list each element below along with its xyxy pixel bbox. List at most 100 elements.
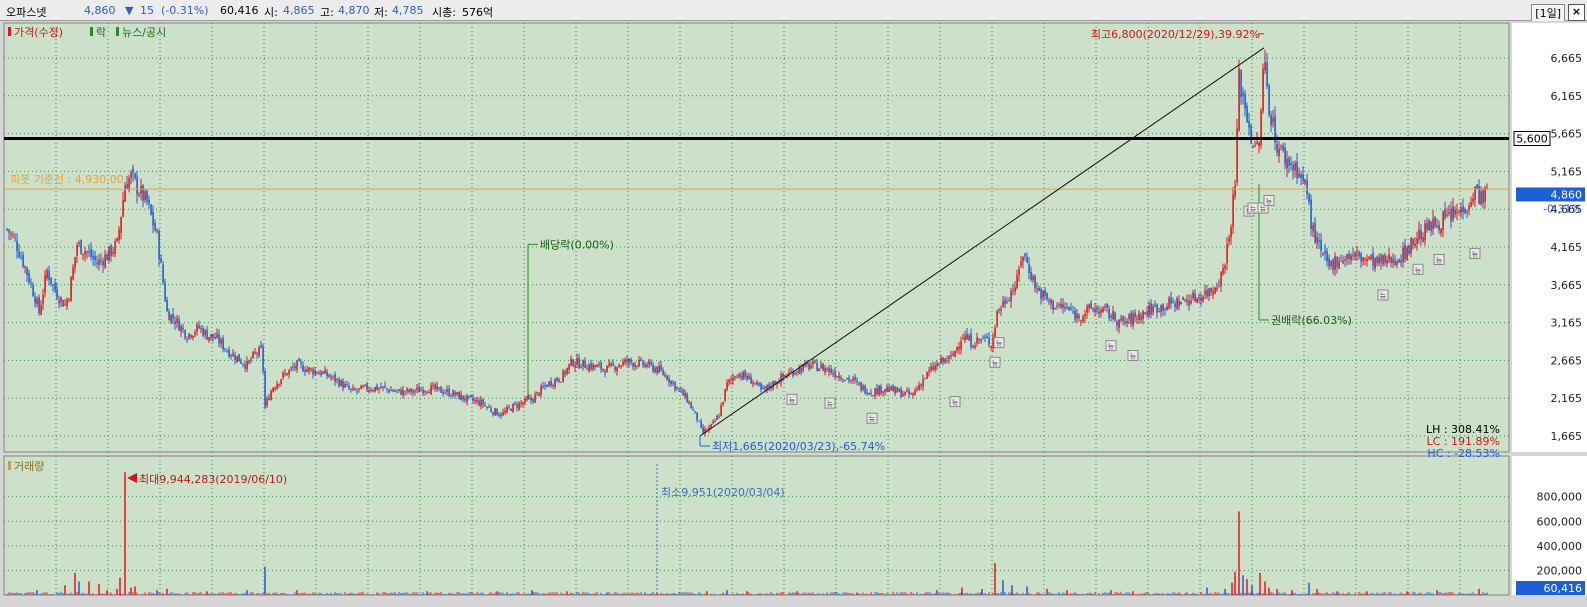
candle-body	[230, 355, 232, 357]
candle-body	[1314, 222, 1316, 243]
candle-body	[166, 299, 168, 312]
candle-body	[870, 392, 872, 394]
candle-body	[8, 229, 10, 234]
candle-body	[120, 217, 122, 233]
candle-body	[1406, 247, 1408, 260]
candle-body	[138, 194, 140, 196]
candle-body	[396, 389, 398, 391]
candle-body	[534, 394, 536, 403]
candle-body	[1288, 157, 1290, 166]
candle-body	[638, 359, 640, 367]
candle-body	[1202, 296, 1204, 302]
candle-body	[528, 398, 530, 400]
candle-body	[24, 266, 26, 268]
candle-body	[1374, 257, 1376, 269]
min-annotation: 최저1,665(2020/03/23),-65.74%	[712, 440, 885, 453]
candle-body	[1448, 211, 1450, 214]
candle-body	[1028, 263, 1030, 274]
candle-body	[1048, 300, 1050, 302]
candle-body	[1436, 225, 1438, 228]
candle-body	[1046, 292, 1048, 300]
volume-tick-label: 400,000	[1537, 540, 1583, 553]
candle-body	[270, 390, 272, 401]
candle-body	[746, 376, 748, 380]
candle-body	[1184, 299, 1186, 301]
candle-body	[1074, 310, 1076, 320]
candle-body	[94, 255, 96, 261]
candle-body	[754, 382, 756, 384]
stock-chart[interactable]: 6,6656,1655,6655,1654,6654,1653,6653,165…	[0, 21, 1587, 607]
candle-body	[340, 380, 342, 386]
candle-body	[324, 369, 326, 374]
candle-body	[948, 355, 950, 360]
candle-body	[1362, 257, 1364, 262]
candle-body	[232, 353, 234, 357]
candle-body	[1170, 296, 1172, 304]
candle-body	[550, 381, 552, 387]
candle-body	[544, 385, 546, 387]
candle-body	[1318, 239, 1320, 242]
candle-body	[250, 359, 252, 361]
candle-body	[906, 390, 908, 392]
candle-body	[866, 392, 868, 395]
candle-body	[200, 328, 202, 330]
candle-body	[898, 389, 900, 392]
candle-body	[986, 336, 988, 339]
candle-body	[1466, 211, 1468, 213]
news-marker-label: 뉴	[1250, 205, 1257, 213]
candle-body	[30, 283, 32, 285]
candle-body	[1040, 288, 1042, 299]
candle-body	[240, 361, 242, 364]
candle-body	[360, 385, 362, 390]
price-tick-label: 3,665	[1551, 279, 1583, 292]
legend-volume: 거래량	[14, 460, 44, 473]
candle-body	[952, 353, 954, 356]
period-selector[interactable]: [1일]	[1531, 4, 1565, 22]
current-change-label: -0.31%	[1543, 202, 1582, 215]
candle-body	[580, 366, 582, 369]
candle-body	[202, 328, 204, 336]
candle-body	[300, 362, 302, 365]
candle-body	[916, 388, 918, 390]
candle-body	[432, 384, 434, 386]
candle-body	[886, 387, 888, 391]
candle-body	[1136, 318, 1138, 320]
candle-body	[1398, 259, 1400, 263]
candle-body	[110, 245, 112, 257]
close-icon[interactable]: ×	[1568, 4, 1585, 21]
candle-body	[1104, 306, 1106, 308]
candle-body	[406, 388, 408, 392]
candle-body	[1264, 61, 1266, 71]
candle-body	[76, 245, 78, 256]
candle-body	[1270, 114, 1272, 126]
candle-body	[256, 353, 258, 355]
candle-body	[1054, 307, 1056, 309]
candle-body	[1100, 309, 1102, 313]
candle-body	[458, 391, 460, 400]
candle-body	[1316, 237, 1318, 244]
candle-body	[1188, 300, 1190, 306]
candle-body	[958, 346, 960, 350]
candle-body	[346, 384, 348, 386]
candle-body	[1134, 312, 1136, 317]
candle-body	[1434, 216, 1436, 227]
candle-body	[740, 375, 742, 378]
candle-body	[1212, 291, 1214, 295]
candle-body	[82, 253, 84, 256]
candle-body	[648, 361, 650, 366]
candle-body	[430, 385, 432, 395]
candle-body	[1156, 304, 1158, 313]
candle-body	[1348, 254, 1350, 260]
candle-body	[104, 254, 106, 268]
candle-body	[1146, 311, 1148, 315]
candle-body	[960, 341, 962, 350]
candle-body	[1228, 237, 1230, 242]
candle-body	[878, 385, 880, 395]
candle-body	[248, 360, 250, 363]
candle-body	[1330, 260, 1332, 267]
candle-body	[816, 362, 818, 372]
candle-body	[1266, 62, 1268, 86]
candle-body	[314, 370, 316, 375]
news-marker-label: 뉴	[1266, 198, 1273, 206]
candle-body	[154, 222, 156, 231]
